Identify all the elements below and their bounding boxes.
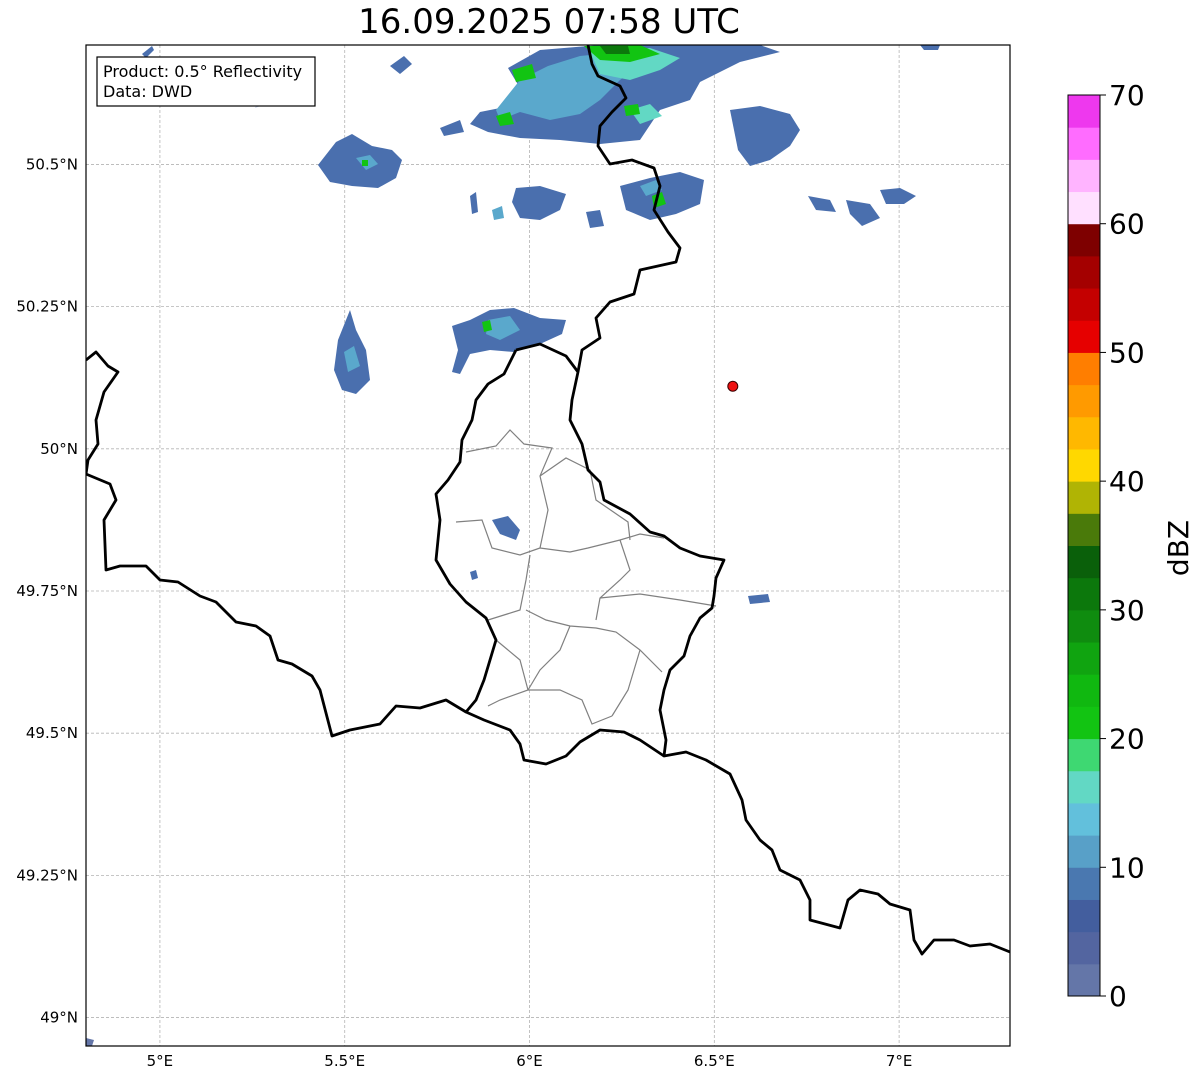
y-tick-label: 49.25°N [16,866,78,884]
x-tick-label: 5.5°E [324,1052,365,1070]
colorbar-segment [1068,738,1100,772]
colorbar-segment [1068,674,1100,707]
radar-figure: 5°E 5.5°E 6°E 6.5°E 7°E 50.5°N 50.25°N 50°N 49.… [0,0,1202,1085]
colorbar-tick-label: 40 [1109,465,1145,498]
colorbar-segment [1068,159,1100,193]
colorbar-segment [1068,320,1100,353]
colorbar-segment [1068,867,1100,900]
y-tick-label: 49.5°N [26,724,78,742]
colorbar-segment [1068,899,1100,933]
colorbar-segment [1068,513,1100,546]
colorbar-segment [1068,384,1100,418]
colorbar-tick-label: 30 [1109,594,1145,627]
y-tick-label: 49°N [40,1009,78,1027]
colorbar-tick-label: 0 [1109,980,1127,1013]
x-tick-label: 7°E [886,1052,913,1070]
colorbar-tick-label: 10 [1109,851,1145,884]
colorbar-segment [1068,416,1100,450]
colorbar-segment [1068,255,1100,289]
colorbar-segment [1068,963,1100,997]
colorbar-tick-labels: 0 10 20 30 40 50 60 70 [1100,79,1145,1013]
colorbar-segment [1068,288,1100,321]
colorbar-segment [1068,770,1100,804]
y-tick-labels: 50.5°N 50.25°N 50°N 49.75°N 49.5°N 49.25°N 49°… [16,155,78,1026]
x-tick-labels: 5°E 5.5°E 6°E 6.5°E 7°E [147,1052,913,1070]
colorbar-segment [1068,223,1100,257]
colorbar-segment [1068,191,1100,225]
x-tick-label: 5°E [147,1052,174,1070]
colorbar-segment [1068,448,1100,482]
x-tick-label: 6.5°E [694,1052,735,1070]
colorbar-segment [1068,127,1100,160]
colorbar-segment [1068,706,1100,740]
colorbar-segment [1068,577,1100,611]
y-tick-label: 50.25°N [16,298,78,316]
colorbar-segment [1068,352,1100,386]
colorbar [1067,94,1101,997]
colorbar-tick-label: 20 [1109,723,1145,756]
colorbar-segment [1068,545,1100,579]
colorbar-segment [1068,931,1100,965]
info-source: Data: DWD [103,82,192,101]
colorbar-tick-label: 70 [1109,79,1145,112]
colorbar-segment [1068,642,1100,675]
colorbar-segment [1068,95,1100,128]
y-tick-label: 49.75°N [16,582,78,600]
y-tick-label: 50.5°N [26,155,78,173]
colorbar-segment [1068,481,1100,514]
y-tick-label: 50°N [40,440,78,458]
info-product: Product: 0.5° Reflectivity [103,62,302,81]
echo-cell [362,160,368,166]
colorbar-label: dBZ [1162,520,1195,576]
echo-cell [624,104,640,116]
colorbar-segment [1068,835,1100,868]
colorbar-tick-label: 60 [1109,208,1145,241]
x-tick-label: 6°E [516,1052,543,1070]
info-box: Product: 0.5° Reflectivity Data: DWD [96,56,316,107]
colorbar-segment [1068,802,1100,836]
station-marker[interactable] [727,380,739,392]
colorbar-tick-label: 50 [1109,336,1145,369]
colorbar-segment [1068,609,1100,643]
